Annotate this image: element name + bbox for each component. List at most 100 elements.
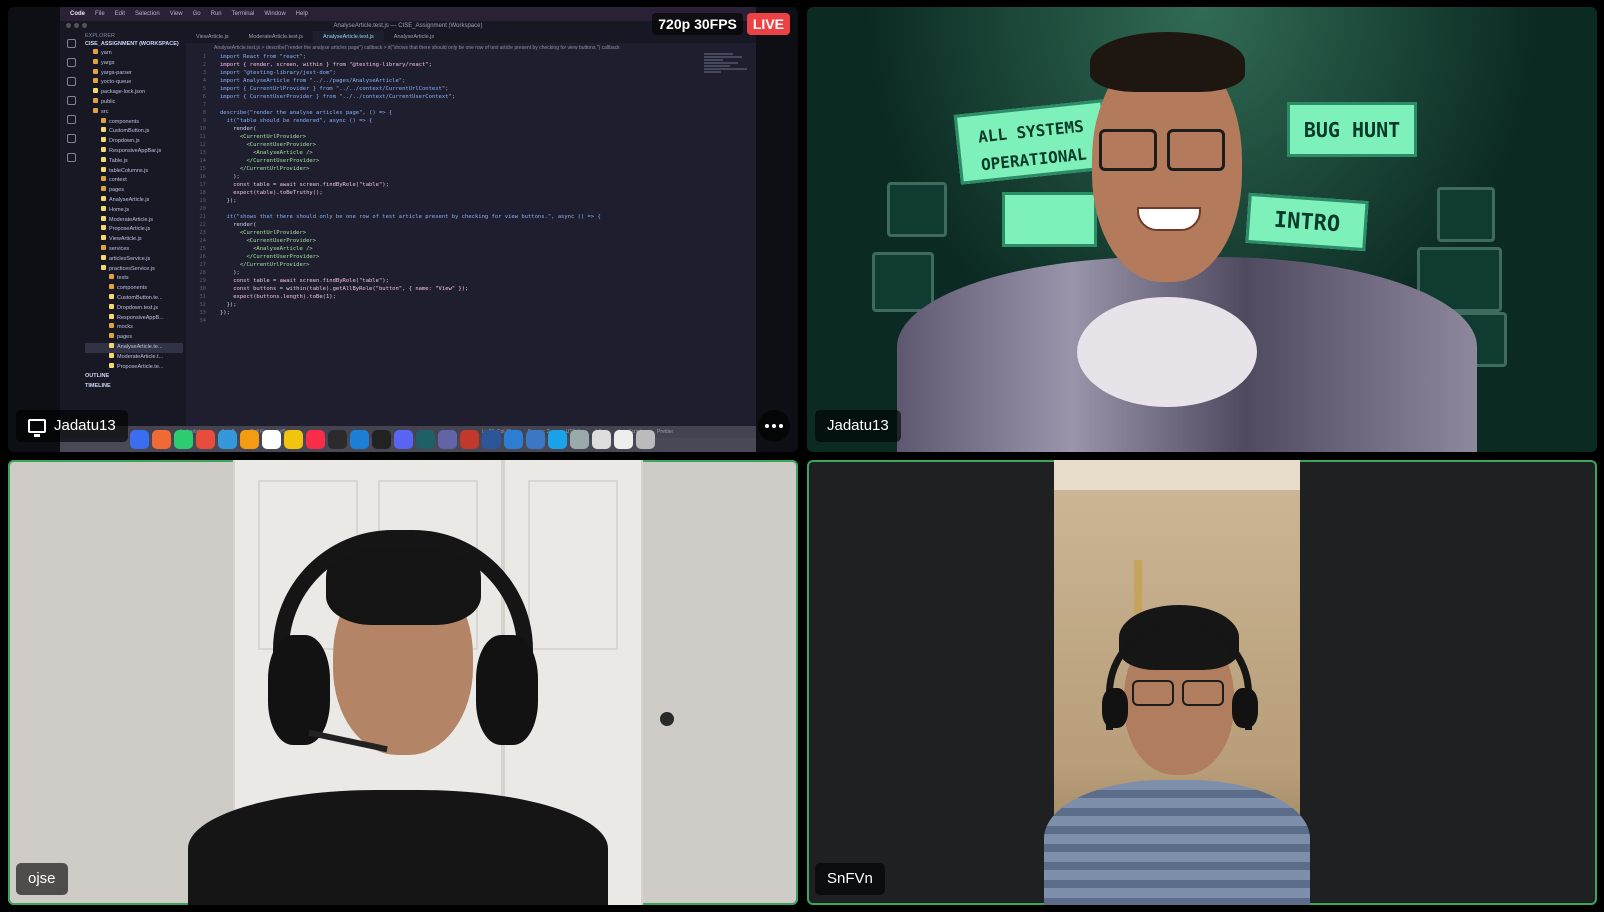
code-text: }); xyxy=(220,302,237,308)
line-number: 5 xyxy=(202,86,206,92)
dock-app-icon[interactable] xyxy=(328,429,347,449)
file-tree-item[interactable]: pages xyxy=(85,333,183,343)
file-tree-item[interactable]: pages xyxy=(85,186,183,196)
file-tree-item[interactable]: articlesService.js xyxy=(85,254,183,265)
file-tree-label: Table.js xyxy=(109,157,128,164)
file-tree-item[interactable]: services xyxy=(85,244,183,255)
dock-app-icon[interactable] xyxy=(284,429,303,449)
file-tree-item[interactable]: package-lock.json xyxy=(85,88,183,98)
menubar-item[interactable]: Code xyxy=(70,11,85,17)
dock-app-icon[interactable] xyxy=(372,429,391,449)
menubar-item[interactable]: Window xyxy=(264,11,285,17)
file-tree-item[interactable]: Dropdown.test.js xyxy=(85,303,183,314)
dock-app-icon[interactable] xyxy=(570,429,589,449)
menubar-item[interactable]: Selection xyxy=(135,11,160,17)
file-tree-item[interactable]: components xyxy=(85,284,183,294)
dock-app-icon[interactable] xyxy=(262,429,281,449)
video-tile-snfvn[interactable]: SnFVn xyxy=(807,460,1597,905)
line-number: 19 xyxy=(199,198,206,204)
file-tree-item[interactable]: ModerateArticle.js xyxy=(85,215,183,226)
code-line: 27 </CurrentUrlProvider> xyxy=(186,261,756,269)
code-line: 29 const table = await screen.findByRole… xyxy=(186,277,756,285)
file-tree-item[interactable]: yocto-queue xyxy=(85,78,183,88)
dock-app-icon[interactable] xyxy=(152,429,171,449)
code-text: ); xyxy=(220,174,240,180)
file-tree-item[interactable]: ProposeArticle.js xyxy=(85,225,183,235)
video-tile-ojse[interactable]: ojse xyxy=(8,460,798,905)
file-tree-item[interactable]: yargs-parser xyxy=(85,68,183,79)
source-control-icon xyxy=(66,77,76,86)
code-text: </CurrentUrlProvider> xyxy=(220,166,310,172)
file-tree-item[interactable]: context xyxy=(85,176,183,186)
file-tree-item[interactable]: practicesService.js xyxy=(85,264,183,275)
menubar-item[interactable]: Go xyxy=(193,11,201,17)
menubar-item[interactable]: View xyxy=(170,11,183,17)
editor-tab[interactable]: AnalyseArticle.js xyxy=(384,31,444,43)
file-tree-item[interactable]: CustomButton.te... xyxy=(85,293,183,304)
file-tree-item[interactable]: Table.js xyxy=(85,156,183,167)
file-tree-item[interactable]: ResponsiveAppBar.js xyxy=(85,146,183,157)
dock-app-icon[interactable] xyxy=(526,429,545,449)
dock-app-icon[interactable] xyxy=(130,429,149,449)
file-tree-item[interactable]: public xyxy=(85,97,183,108)
code-text: const buttons = within(table).getAllByRo… xyxy=(220,286,469,292)
file-tree-label: src xyxy=(101,108,109,115)
file-tree-item[interactable]: ViewArticle.js xyxy=(85,235,183,245)
file-tree-item[interactable]: AnalyseArticle.te... xyxy=(85,342,183,353)
code-line: 11 <CurrentUrlProvider> xyxy=(186,133,756,141)
menubar-item[interactable]: Run xyxy=(211,11,222,17)
file-tree-item[interactable]: mocks xyxy=(85,323,183,333)
menubar-item[interactable]: Edit xyxy=(115,11,125,17)
dock-app-icon[interactable] xyxy=(614,429,633,449)
file-tree-item[interactable]: ResponsiveAppB... xyxy=(85,313,183,324)
dock-app-icon[interactable] xyxy=(504,429,523,449)
code-line: 4 import AnalyseArticle from "../../pages… xyxy=(186,77,756,85)
dock-app-icon[interactable] xyxy=(416,429,435,449)
video-tile-jadatu13[interactable]: ALL SYSTEMS OPERATIONAL BUG HUNT INTRO Ja… xyxy=(807,7,1597,452)
dock-app-icon[interactable] xyxy=(306,429,325,449)
dock-app-icon[interactable] xyxy=(196,429,215,449)
file-tree-label: package-lock.json xyxy=(101,89,146,96)
traffic-lights xyxy=(66,23,87,28)
file-tree-item[interactable]: ProposeArticle.te... xyxy=(85,362,183,373)
dock-app-icon[interactable] xyxy=(548,429,567,449)
file-tree-item[interactable]: CustomButton.js xyxy=(85,127,183,137)
dock-app-icon[interactable] xyxy=(240,429,259,449)
dock-app-icon[interactable] xyxy=(174,429,193,449)
participant-name-tag: Jadatu13 xyxy=(16,410,128,442)
editor-tab[interactable]: AnalyseArticle.test.js xyxy=(313,31,384,43)
file-tree-item[interactable]: Dropdown.js xyxy=(85,137,183,147)
code-line: 34 xyxy=(186,317,756,325)
file-tree-item[interactable]: yarn xyxy=(85,49,183,59)
file-tree-item[interactable]: Home.js xyxy=(85,205,183,216)
editor-tab[interactable]: ModerateArticle.test.js xyxy=(239,31,313,43)
dock-app-icon[interactable] xyxy=(636,429,655,449)
file-tree-item[interactable]: tests xyxy=(85,274,183,284)
editor-tab[interactable]: ViewArticle.js xyxy=(186,31,239,43)
folder-icon xyxy=(93,78,98,84)
dock-app-icon[interactable] xyxy=(592,429,611,449)
screen-share-tile[interactable]: Code File Edit Selection View Go Run Terminal Wi… xyxy=(8,7,798,452)
menubar-item[interactable]: File xyxy=(95,11,105,17)
file-tree-item[interactable]: components xyxy=(85,117,183,128)
file-icon xyxy=(109,293,114,299)
participant-name-tag: ojse xyxy=(16,863,68,895)
file-tree-item[interactable]: AnalyseArticle.js xyxy=(85,195,183,206)
dock-app-icon[interactable] xyxy=(218,429,237,449)
code-text: import AnalyseArticle from "../../pages/… xyxy=(220,78,406,84)
file-tree-item[interactable]: tableColumns.js xyxy=(85,166,183,177)
dock-app-icon[interactable] xyxy=(350,429,369,449)
monitor-icon xyxy=(28,419,46,437)
menubar-item[interactable]: Help xyxy=(296,11,308,17)
menubar-item[interactable]: Terminal xyxy=(232,11,255,17)
file-tree-item[interactable]: ModerateArticle.t... xyxy=(85,352,183,363)
dock-app-icon[interactable] xyxy=(394,429,413,449)
minimap xyxy=(704,53,752,93)
file-tree-item[interactable]: src xyxy=(85,107,183,118)
dock-app-icon[interactable] xyxy=(438,429,457,449)
file-tree-item[interactable]: yargs xyxy=(85,58,183,69)
more-options-icon[interactable] xyxy=(758,410,790,442)
dock-app-icon[interactable] xyxy=(482,429,501,449)
dock-app-icon[interactable] xyxy=(460,429,479,449)
code-line: 14 </CurrentUserProvider> xyxy=(186,157,756,165)
